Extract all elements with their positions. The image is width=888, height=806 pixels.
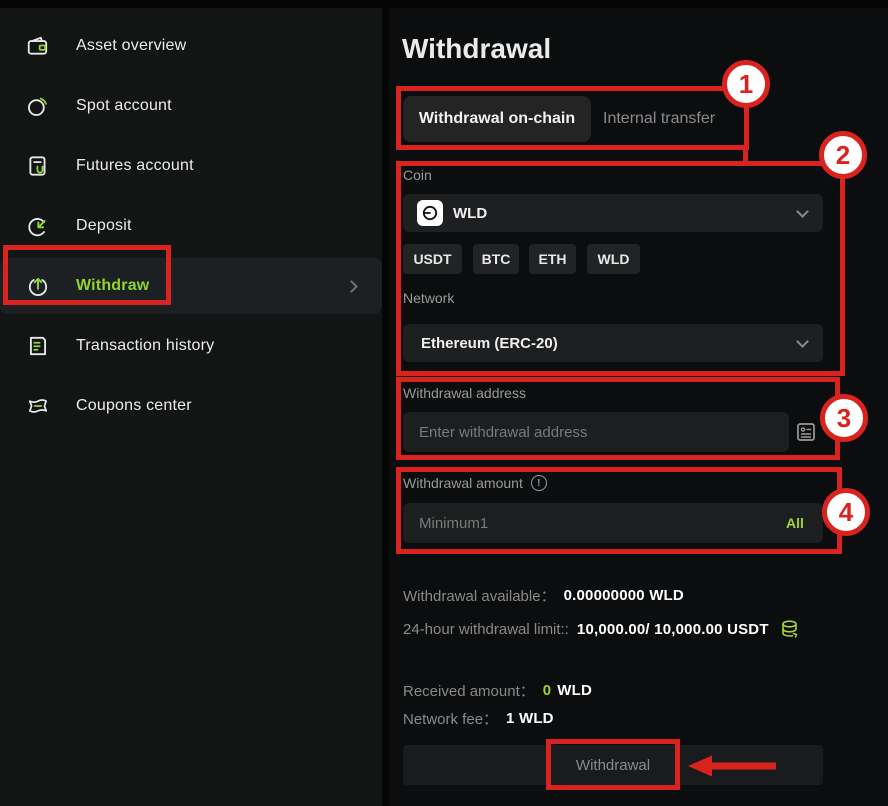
wallet-icon xyxy=(26,34,50,58)
received-amount-value: 0 xyxy=(543,682,552,699)
wld-coin-logo-icon xyxy=(417,200,443,226)
sidebar-item-asset-overview[interactable]: Asset overview xyxy=(0,18,382,74)
network-fee-label: Network fee： xyxy=(403,708,498,729)
withdraw-arrow-icon xyxy=(26,274,50,298)
sidebar-item-label: Spot account xyxy=(76,97,172,115)
sidebar-item-label: Transaction history xyxy=(76,337,214,355)
sidebar-item-futures-account[interactable]: Futures account xyxy=(0,138,382,194)
annotation-arrow-left-icon xyxy=(688,753,780,784)
coin-chip-btc[interactable]: BTC xyxy=(473,244,519,274)
withdrawal-limit-line: 24-hour withdrawal limit:: 10,000.00/ 10… xyxy=(403,618,801,640)
received-amount-line: Received amount： 0 WLD xyxy=(403,680,592,701)
withdrawal-limit-value: 10,000.00/ 10,000.00 USDT xyxy=(577,621,769,638)
sidebar-item-withdraw[interactable]: Withdraw xyxy=(0,258,382,314)
sidebar: Asset overview Spot account Futures acco… xyxy=(0,8,382,806)
coin-chip-usdt[interactable]: USDT xyxy=(403,244,462,274)
withdrawal-address-label: Withdrawal address xyxy=(403,385,526,401)
withdrawal-address-input[interactable] xyxy=(403,412,789,452)
coupon-ticket-icon xyxy=(26,394,50,418)
sidebar-item-transaction-history[interactable]: Transaction history xyxy=(0,318,382,374)
chevron-down-icon xyxy=(796,335,809,348)
address-book-icon[interactable] xyxy=(794,420,818,449)
withdrawal-available-value: 0.00000000 WLD xyxy=(564,587,684,604)
coin-chip-eth[interactable]: ETH xyxy=(529,244,576,274)
network-select[interactable]: Ethereum (ERC-20) xyxy=(403,324,823,362)
withdrawal-amount-label: Withdrawal amount xyxy=(403,475,523,491)
page-title: Withdrawal xyxy=(402,33,551,65)
chevron-down-icon xyxy=(796,205,809,218)
history-doc-icon xyxy=(26,334,50,358)
received-amount-unit: WLD xyxy=(557,682,592,699)
withdrawal-limit-label: 24-hour withdrawal limit:: xyxy=(403,621,569,638)
futures-doc-icon xyxy=(26,154,50,178)
withdrawal-page: Asset overview Spot account Futures acco… xyxy=(0,0,888,806)
coins-stack-icon[interactable] xyxy=(779,618,801,640)
sidebar-item-label: Withdraw xyxy=(76,277,149,295)
withdrawal-amount-label-row: Withdrawal amount ! xyxy=(403,475,547,491)
coin-chip-wld[interactable]: WLD xyxy=(587,244,640,274)
sidebar-item-deposit[interactable]: Deposit xyxy=(0,198,382,254)
deposit-arrow-icon xyxy=(26,214,50,238)
sidebar-item-label: Coupons center xyxy=(76,397,192,415)
sidebar-item-label: Asset overview xyxy=(76,37,186,55)
chevron-right-icon xyxy=(345,280,358,293)
sidebar-item-coupons-center[interactable]: Coupons center xyxy=(0,378,382,434)
tab-internal-transfer[interactable]: Internal transfer xyxy=(603,110,715,128)
sidebar-item-label: Futures account xyxy=(76,157,194,175)
network-selected-value: Ethereum (ERC-20) xyxy=(421,335,558,352)
spot-coin-icon xyxy=(26,94,50,118)
withdrawal-available-label: Withdrawal available： xyxy=(403,585,556,606)
tab-withdrawal-on-chain[interactable]: Withdrawal on-chain xyxy=(403,96,591,142)
coin-label: Coin xyxy=(403,167,432,183)
received-amount-label: Received amount： xyxy=(403,680,535,701)
info-icon[interactable]: ! xyxy=(531,475,547,491)
coin-selected-value: WLD xyxy=(453,205,487,222)
network-fee-line: Network fee： 1 WLD xyxy=(403,708,554,729)
sidebar-item-label: Deposit xyxy=(76,217,132,235)
network-label: Network xyxy=(403,290,454,306)
withdrawal-available-line: Withdrawal available： 0.00000000 WLD xyxy=(403,585,684,606)
coin-select[interactable]: WLD xyxy=(403,194,823,232)
network-fee-value: 1 WLD xyxy=(506,710,554,727)
amount-all-button[interactable]: All xyxy=(786,515,804,531)
sidebar-item-spot-account[interactable]: Spot account xyxy=(0,78,382,134)
withdrawal-amount-input[interactable] xyxy=(403,503,823,543)
